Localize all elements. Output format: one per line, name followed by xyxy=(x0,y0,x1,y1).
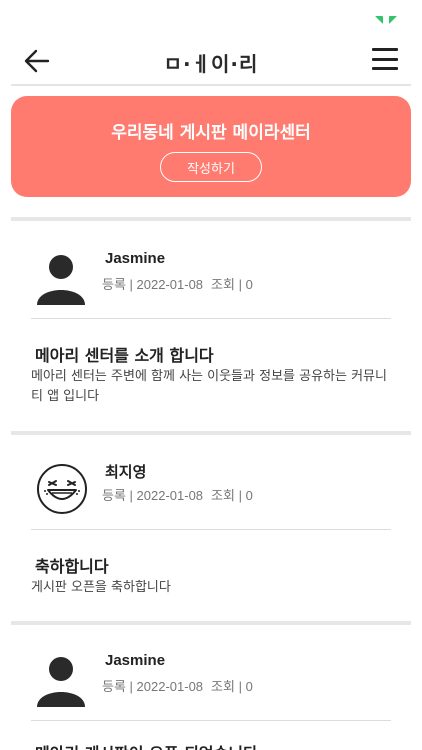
top-app-bar: ㅁ·ㅔ이·리 xyxy=(0,38,422,84)
reg-label: 등록 xyxy=(102,679,126,694)
post-card[interactable]: Jasmine 등록 | 2022-01-08조회 | 0 메아리 게시판이 오… xyxy=(11,623,411,750)
banner-title: 우리동네 게시판 메이라센터 xyxy=(111,123,311,143)
view-count: 0 xyxy=(245,277,253,292)
header-divider xyxy=(11,84,411,86)
post-date: 2022-01-08 xyxy=(136,277,204,292)
post-title: 축하합니다 xyxy=(35,557,109,576)
views-label: 조회 xyxy=(211,488,235,503)
post-divider xyxy=(31,720,391,721)
person-silhouette-icon xyxy=(37,255,85,305)
post-divider xyxy=(31,529,391,530)
reg-label: 등록 xyxy=(102,488,126,503)
view-count: 0 xyxy=(245,679,253,694)
post-date: 2022-01-08 xyxy=(136,679,204,694)
post-body: 메아리 센터는 주변에 함께 사는 이웃들과 정보를 공유하는 커뮤니티 앱 입… xyxy=(31,369,387,404)
person-silhouette-icon xyxy=(37,657,85,707)
post-meta: 등록 | 2022-01-08 조회 | 0 xyxy=(102,277,253,292)
post-author: Jasmine xyxy=(105,652,166,669)
app-logo: ㅁ·ㅔ이·리 xyxy=(163,52,259,76)
post-title: 메아리 게시판이 오픈 되었습니다 xyxy=(35,740,258,750)
write-post-button[interactable]: 작성하기 xyxy=(160,152,262,182)
post-author: Jasmine xyxy=(105,250,166,267)
hamburger-menu-icon xyxy=(372,48,398,51)
post-body: 게시판 오픈을 축하합니다 xyxy=(31,580,171,595)
views-label: 조회 xyxy=(211,277,235,292)
post-author: 최지영 xyxy=(105,464,147,481)
post-card[interactable]: 최지영 등록 | 2022-01-08 조회 | 0 축하합니다 게시판 오픈을 … xyxy=(11,432,411,622)
expand-icon xyxy=(375,16,397,26)
post-meta: 등록 | 2022-01-08 조회 | 0 xyxy=(102,679,253,694)
laughing-face-icon xyxy=(37,464,87,514)
reg-label: 등록 xyxy=(102,277,126,292)
post-card[interactable]: Jasmine 등록 | 2022-01-08 조회 | 0 메아리 센터를 소개… xyxy=(11,221,411,411)
post-date: 2022-01-08 xyxy=(136,488,204,503)
menu-button[interactable] xyxy=(372,48,398,70)
views-label: 조회 xyxy=(211,679,235,694)
post-meta: 등록 | 2022-01-08 조회 | 0 xyxy=(102,488,253,503)
post-title: 메아리 센터를 소개 합니다 xyxy=(35,346,214,365)
post-divider xyxy=(31,318,391,319)
board-banner: 우리동네 게시판 메이라센터 작성하기 xyxy=(11,96,411,197)
view-count: 0 xyxy=(245,488,253,503)
